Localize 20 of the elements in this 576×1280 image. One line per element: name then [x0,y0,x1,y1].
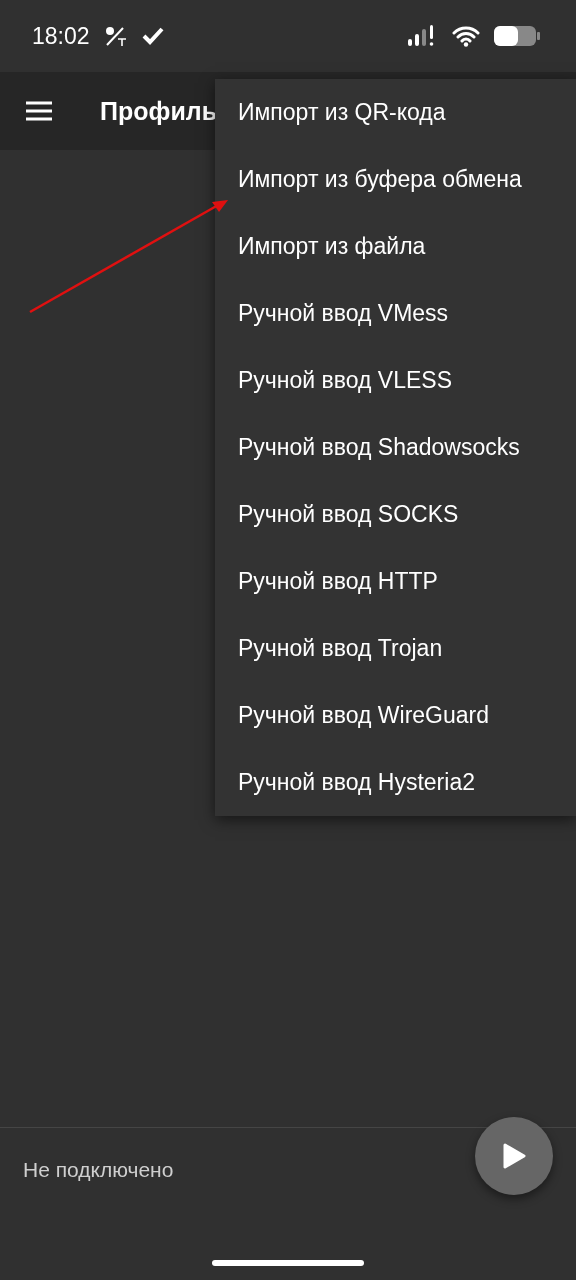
vpn-key-icon [103,25,128,47]
menu-item[interactable]: Ручной ввод Hysteria2 [215,749,576,816]
menu-item[interactable]: Импорт из файла [215,213,576,280]
menu-item[interactable]: Ручной ввод Trojan [215,615,576,682]
menu-item[interactable]: Ручной ввод WireGuard [215,682,576,749]
wifi-icon [452,25,480,47]
menu-icon[interactable] [26,101,52,121]
menu-item[interactable]: Ручной ввод VMess [215,280,576,347]
menu-item[interactable]: Ручной ввод VLESS [215,347,576,414]
status-time: 18:02 [32,22,90,50]
menu-item[interactable]: Ручной ввод SOCKS [215,481,576,548]
battery-icon [494,25,540,47]
check-icon [141,27,164,45]
app-title: Профиль [100,96,217,126]
menu-item[interactable]: Ручной ввод Shadowsocks [215,414,576,481]
menu-item[interactable]: Импорт из QR-кода [215,79,576,146]
connection-status: Не подключено [23,1158,174,1182]
menu-item[interactable]: Ручной ввод HTTP [215,548,576,615]
menu-item[interactable]: Импорт из буфера обмена [215,146,576,213]
play-icon [502,1143,526,1169]
